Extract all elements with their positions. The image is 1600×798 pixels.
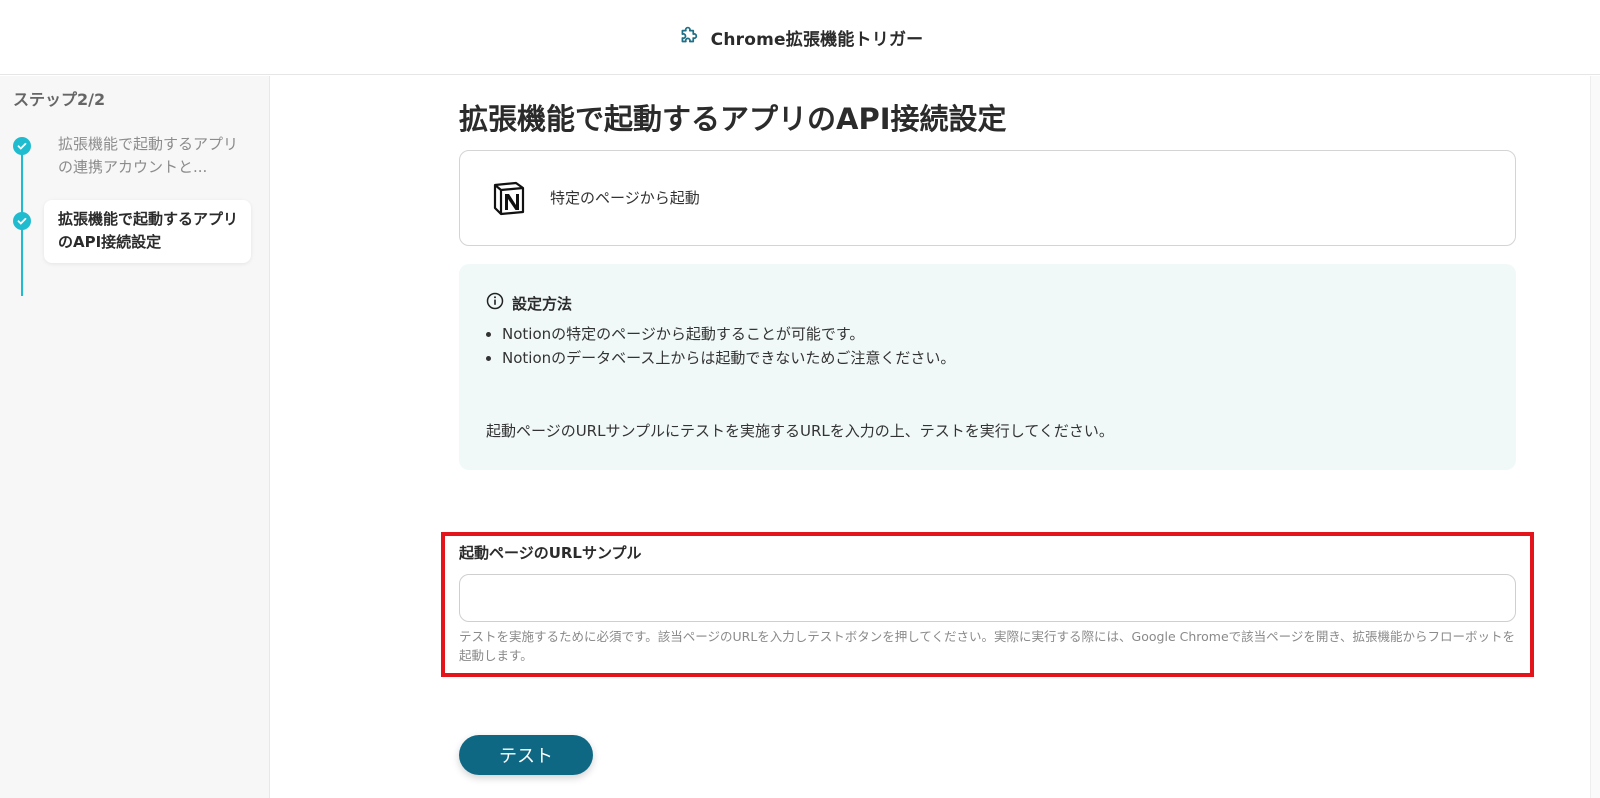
puzzle-icon	[677, 22, 703, 52]
url-field-help: テストを実施するために必須です。該当ページのURLを入力しテストボタンを押してく…	[459, 629, 1516, 663]
header-title-group: Chrome拡張機能トリガー	[677, 22, 924, 52]
info-list: Notionの特定のページから起動することが可能です。 Notionのデータベー…	[502, 322, 955, 370]
step-count: ステップ2/2	[13, 90, 106, 109]
url-field-label: 起動ページのURLサンプル	[459, 544, 642, 562]
info-title: 設定方法	[512, 294, 573, 313]
info-list-item: Notionの特定のページから起動することが可能です。	[502, 322, 955, 346]
test-button[interactable]: テスト	[459, 735, 593, 775]
url-sample-input[interactable]	[459, 574, 1516, 622]
info-list-item: Notionのデータベース上からは起動できないためご注意ください。	[502, 346, 955, 370]
page-title: 拡張機能で起動するアプリのAPI接続設定	[459, 102, 1007, 136]
info-icon	[486, 292, 504, 314]
trigger-card: 特定のページから起動	[459, 150, 1516, 246]
sidebar-step-2-card[interactable]: 拡張機能で起動するアプリのAPI接続設定	[44, 200, 251, 263]
info-note: 起動ページのURLサンプルにテストを実施するURLを入力の上、テストを実行してく…	[486, 422, 1114, 440]
notion-logo-icon	[490, 179, 528, 217]
top-bar: Chrome拡張機能トリガー	[0, 0, 1600, 75]
step-1-check-icon	[13, 137, 31, 155]
info-box: 設定方法 Notionの特定のページから起動することが可能です。 Notionの…	[459, 264, 1516, 470]
info-header: 設定方法	[486, 292, 572, 314]
trigger-label: 特定のページから起動	[550, 189, 700, 207]
sidebar-step-2: 拡張機能で起動するアプリのAPI接続設定	[58, 210, 239, 251]
sidebar-step-1[interactable]: 拡張機能で起動するアプリの連携アカウントと...	[58, 133, 238, 179]
sidebar: ステップ2/2 拡張機能で起動するアプリの連携アカウントと... 拡張機能で起動…	[0, 76, 270, 798]
scrollbar[interactable]	[1590, 76, 1600, 798]
step-2-check-icon	[13, 212, 31, 230]
app-title: Chrome拡張機能トリガー	[710, 29, 924, 50]
